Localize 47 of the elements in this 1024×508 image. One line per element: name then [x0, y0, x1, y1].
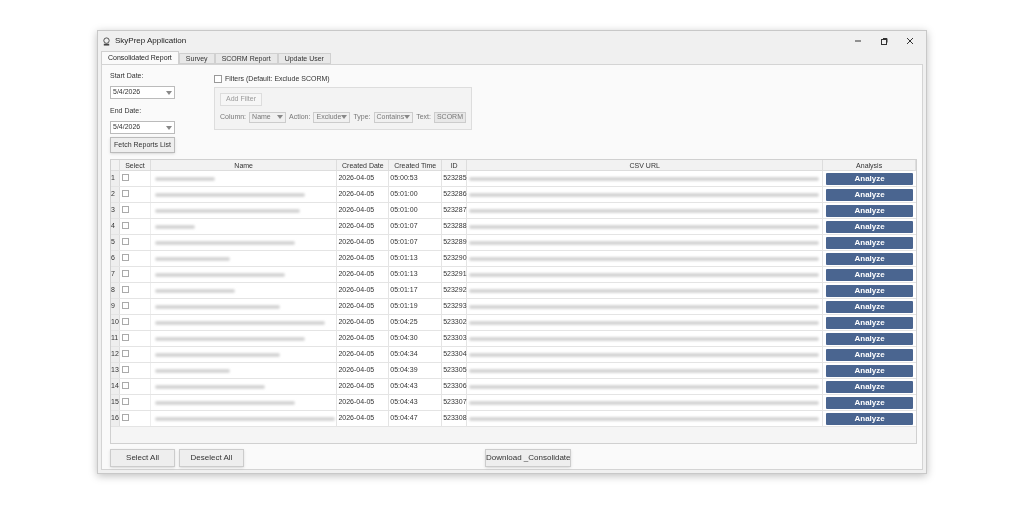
minimize-icon[interactable] — [854, 37, 862, 45]
restore-icon[interactable] — [880, 37, 888, 45]
dropdown-icon — [341, 115, 348, 119]
deselect-all-button[interactable]: Deselect All — [179, 449, 244, 467]
checkbox[interactable] — [122, 318, 129, 325]
dropdown-icon — [166, 125, 172, 130]
download-button[interactable]: Download _Consolidate — [485, 449, 571, 467]
analyze-button[interactable]: Analyze — [826, 252, 914, 265]
checkbox[interactable] — [122, 366, 129, 373]
analyze-button[interactable]: Analyze — [826, 364, 914, 377]
checkbox[interactable] — [122, 350, 129, 357]
select-all-button[interactable]: Select All — [110, 449, 175, 467]
analyze-button[interactable]: Analyze — [826, 172, 914, 185]
dropdown-icon — [166, 90, 172, 95]
analyze-button[interactable]: Analyze — [826, 300, 914, 313]
checkbox[interactable] — [122, 302, 129, 309]
checkbox[interactable] — [122, 222, 129, 229]
analyze-button[interactable]: Analyze — [826, 348, 914, 361]
analyze-button[interactable]: Analyze — [826, 188, 914, 201]
checkbox[interactable] — [122, 334, 129, 341]
dropdown-icon — [404, 115, 411, 119]
blurred-text — [154, 176, 215, 181]
dropdown-icon — [277, 115, 284, 119]
checkbox[interactable] — [122, 190, 129, 197]
analyze-button[interactable]: Analyze — [826, 204, 914, 217]
analyze-button[interactable]: Analyze — [826, 412, 914, 425]
analyze-button[interactable]: Analyze — [826, 236, 914, 249]
checkbox[interactable] — [122, 238, 129, 245]
checkbox[interactable] — [122, 206, 129, 213]
checkbox[interactable] — [122, 398, 129, 405]
checkbox[interactable] — [122, 382, 129, 389]
checkbox[interactable] — [122, 414, 129, 421]
analyze-button[interactable]: Analyze — [826, 220, 914, 233]
app-icon — [102, 36, 111, 46]
checkbox[interactable] — [122, 270, 129, 277]
analyze-button[interactable]: Analyze — [826, 396, 914, 409]
analyze-button[interactable]: Analyze — [826, 332, 914, 345]
blurred-text — [154, 224, 195, 229]
checkbox[interactable] — [122, 174, 129, 181]
analyze-button[interactable]: Analyze — [826, 268, 914, 281]
checkbox[interactable] — [122, 286, 129, 293]
window-title: SkyPrep Application — [115, 35, 187, 47]
close-icon[interactable] — [906, 37, 914, 45]
analyze-button[interactable]: Analyze — [826, 316, 914, 329]
checkbox[interactable] — [122, 254, 129, 261]
analyze-button[interactable]: Analyze — [826, 380, 914, 393]
analyze-button[interactable]: Analyze — [826, 284, 914, 297]
